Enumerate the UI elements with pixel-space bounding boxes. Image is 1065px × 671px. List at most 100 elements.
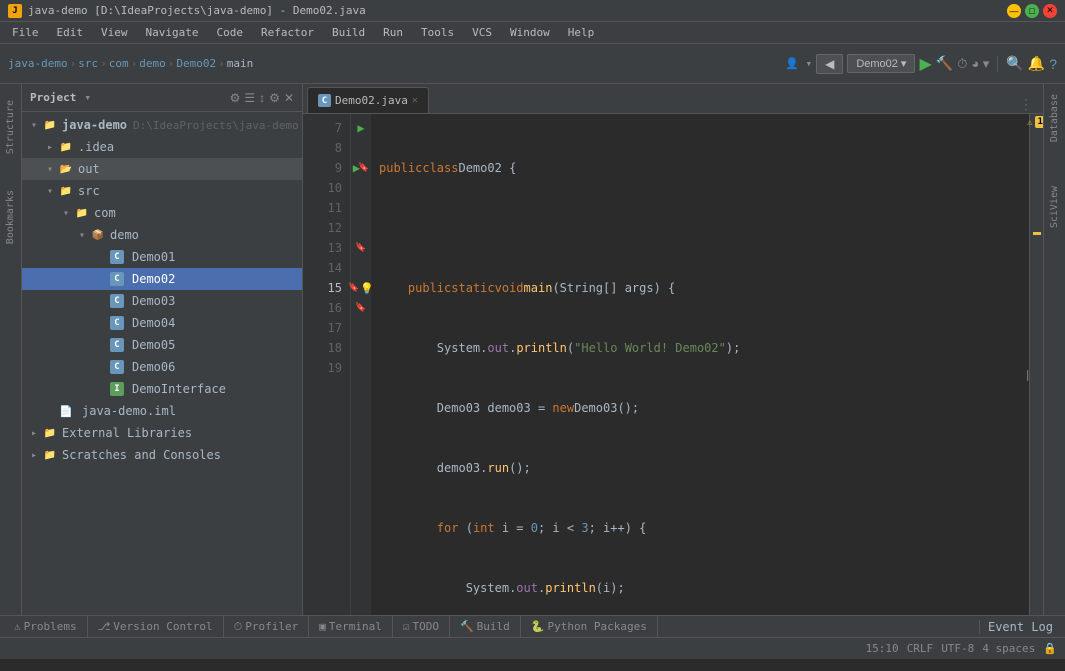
- back-button[interactable]: ◀: [816, 54, 843, 74]
- profiler-tab[interactable]: ⏱ Profiler: [224, 616, 310, 638]
- tree-item-idea[interactable]: ▸ 📁 .idea: [22, 136, 302, 158]
- profiler-label: Profiler: [245, 620, 298, 633]
- code-content[interactable]: public class Demo02 { public static void…: [371, 114, 1029, 615]
- profile-icon[interactable]: 👤 ▾: [785, 57, 812, 70]
- breadcrumb-demo[interactable]: demo: [139, 57, 166, 70]
- indent-info[interactable]: 4 spaces: [982, 642, 1035, 655]
- tab-close-button[interactable]: ✕: [412, 95, 418, 106]
- problems-tab[interactable]: ⚠ Problems: [4, 616, 88, 638]
- sciview-tab[interactable]: SciView: [1046, 180, 1063, 234]
- coverage-button[interactable]: ⏱: [957, 56, 967, 72]
- run-arrow-7[interactable]: ▶: [357, 121, 364, 135]
- run-button[interactable]: ▶: [919, 54, 931, 74]
- code-editor: 7 8 9 10 11 12 13 14 15 16 17 18 19 ▶ ▶: [303, 114, 1043, 615]
- menu-file[interactable]: File: [4, 24, 47, 41]
- todo-icon: ☑: [403, 620, 410, 633]
- structure-tab[interactable]: Structure: [2, 92, 19, 162]
- tree-item-demointerface[interactable]: I DemoInterface: [22, 378, 302, 400]
- panel-layout-button[interactable]: ☰: [244, 91, 255, 105]
- todo-label: TODO: [412, 620, 439, 633]
- breadcrumb-file[interactable]: Demo02: [176, 57, 216, 70]
- todo-tab[interactable]: ☑ TODO: [393, 616, 450, 638]
- app-icon: J: [8, 4, 22, 18]
- menu-help[interactable]: Help: [560, 24, 603, 41]
- notifications-button[interactable]: 🔔: [1028, 55, 1045, 72]
- database-tab[interactable]: Database: [1046, 88, 1063, 148]
- event-log-area[interactable]: Event Log: [979, 620, 1061, 634]
- breadcrumb-com[interactable]: com: [109, 57, 129, 70]
- maximize-button[interactable]: □: [1025, 4, 1039, 18]
- terminal-tab[interactable]: ▣ Terminal: [309, 616, 393, 638]
- menu-edit[interactable]: Edit: [49, 24, 92, 41]
- help-button[interactable]: ?: [1049, 56, 1057, 72]
- tree-item-root[interactable]: ▾ 📁 java-demo D:\IdeaProjects\java-demo: [22, 114, 302, 136]
- build-icon: 🔨: [460, 620, 474, 633]
- run-config-label: Demo02: [856, 58, 898, 70]
- tree-item-src[interactable]: ▾ 📁 src: [22, 180, 302, 202]
- panel-dropdown[interactable]: ▾: [84, 91, 91, 104]
- demo06-class-icon: C: [110, 360, 124, 374]
- out-folder-icon: 📂: [58, 161, 74, 177]
- tree-item-com[interactable]: ▾ 📁 com: [22, 202, 302, 224]
- extlib-label: External Libraries: [62, 426, 192, 440]
- tree-item-out[interactable]: ▾ 📂 out: [22, 158, 302, 180]
- encoding[interactable]: UTF-8: [941, 642, 974, 655]
- panel-close-button[interactable]: ✕: [284, 91, 294, 105]
- tree-item-extlib[interactable]: ▸ 📁 External Libraries: [22, 422, 302, 444]
- version-control-tab[interactable]: ⎇ Version Control: [88, 616, 224, 638]
- tree-item-demo05[interactable]: C Demo05: [22, 334, 302, 356]
- demo-package-label: demo: [110, 228, 139, 242]
- menu-navigate[interactable]: Navigate: [138, 24, 207, 41]
- tree-item-iml[interactable]: 📄 java-demo.iml: [22, 400, 302, 422]
- menu-view[interactable]: View: [93, 24, 136, 41]
- tree-item-demo-package[interactable]: ▾ 📦 demo: [22, 224, 302, 246]
- tree-item-demo01[interactable]: C Demo01: [22, 246, 302, 268]
- panel-settings-button[interactable]: ⚙: [230, 91, 241, 105]
- menu-refactor[interactable]: Refactor: [253, 24, 322, 41]
- line-ending[interactable]: CRLF: [907, 642, 934, 655]
- profiler-button[interactable]: ◕ ▾: [971, 56, 989, 72]
- python-packages-tab[interactable]: 🐍 Python Packages: [521, 616, 658, 638]
- menu-tools[interactable]: Tools: [413, 24, 462, 41]
- editor-tab-demo02[interactable]: C Demo02.java ✕: [307, 87, 429, 113]
- build-tab[interactable]: 🔨 Build: [450, 616, 521, 638]
- menu-code[interactable]: Code: [208, 24, 251, 41]
- code-line-12: demo03.run();: [379, 458, 1021, 478]
- menu-run[interactable]: Run: [375, 24, 411, 41]
- gutter-11: [351, 198, 371, 218]
- cursor-position[interactable]: 15:10: [866, 642, 899, 655]
- menu-vcs[interactable]: VCS: [464, 24, 500, 41]
- left-side-panel: Structure Bookmarks: [0, 84, 22, 615]
- tree-item-demo06[interactable]: C Demo06: [22, 356, 302, 378]
- run-config-selector[interactable]: Demo02 ▾: [847, 54, 915, 73]
- tree-item-demo02[interactable]: C Demo02: [22, 268, 302, 290]
- vcs-icon: ⎇: [98, 620, 111, 633]
- search-button[interactable]: 🔍: [1006, 55, 1023, 72]
- com-folder-icon: 📁: [74, 205, 90, 221]
- gutter-17: [351, 318, 371, 338]
- panel-gear-button[interactable]: ⚙: [269, 91, 280, 105]
- tree-item-demo03[interactable]: C Demo03: [22, 290, 302, 312]
- breadcrumb-project[interactable]: java-demo: [8, 57, 68, 70]
- code-line-10: System.out.println("Hello World! Demo02"…: [379, 338, 1021, 358]
- code-line-13: for (int i = 0; i < 3; i++) {: [379, 518, 1021, 538]
- warning-indicator[interactable]: ⚠ 1: [1027, 116, 1043, 130]
- demo02-class-icon: C: [110, 272, 124, 286]
- gutter-14: [351, 258, 371, 278]
- close-button[interactable]: ✕: [1043, 4, 1057, 18]
- ln-16: 16: [303, 298, 350, 318]
- panel-sort-button[interactable]: ↕: [259, 91, 265, 105]
- menu-build[interactable]: Build: [324, 24, 373, 41]
- gutter-16: 🔖: [351, 298, 371, 318]
- tree-item-demo04[interactable]: C Demo04: [22, 312, 302, 334]
- git-icon[interactable]: 🔒: [1043, 642, 1057, 655]
- menu-window[interactable]: Window: [502, 24, 558, 41]
- build-button[interactable]: 🔨: [936, 55, 953, 72]
- scratches-folder-icon: 📁: [42, 447, 58, 463]
- scrollbar-panel: ⚠ 1: [1029, 114, 1043, 615]
- breadcrumb-src[interactable]: src: [78, 57, 98, 70]
- minimize-button[interactable]: —: [1007, 4, 1021, 18]
- tab-more-button[interactable]: ⋮: [1013, 97, 1039, 113]
- bookmarks-tab[interactable]: Bookmarks: [2, 182, 19, 252]
- tree-item-scratches[interactable]: ▸ 📁 Scratches and Consoles: [22, 444, 302, 466]
